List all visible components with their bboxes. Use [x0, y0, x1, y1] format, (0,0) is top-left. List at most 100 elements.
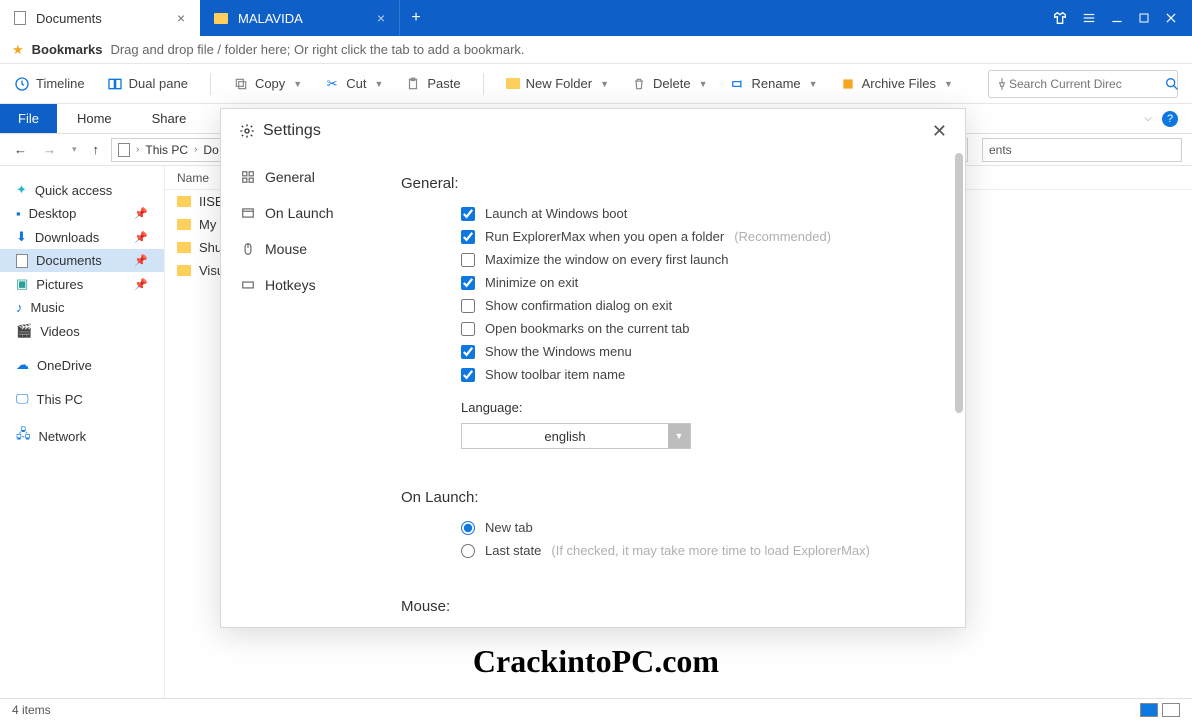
chevron-down-icon[interactable]: ▼: [374, 79, 383, 89]
crumb-do[interactable]: Do: [203, 143, 218, 157]
chevron-down-icon[interactable]: ▼: [668, 424, 690, 448]
chevron-down-icon[interactable]: ⌵: [1144, 113, 1152, 124]
opt-maximize[interactable]: Maximize the window on every first launc…: [461, 252, 933, 267]
language-select[interactable]: english ▼: [461, 423, 691, 449]
archive-button[interactable]: Archive Files ▼: [840, 76, 953, 92]
chevron-down-icon[interactable]: ▾: [68, 144, 81, 155]
folder-icon: [506, 78, 520, 89]
sidebar-documents[interactable]: Documents 📌: [0, 249, 164, 272]
quick-access-header[interactable]: ✦ Quick access: [0, 178, 164, 202]
forward-button[interactable]: →: [39, 142, 60, 157]
tshirt-icon[interactable]: [1052, 10, 1068, 26]
search-input[interactable]: [1009, 77, 1164, 91]
close-icon[interactable]: ✕: [932, 121, 947, 142]
cut-button[interactable]: ✂ Cut ▼: [324, 76, 383, 92]
sidebar-music[interactable]: ♪ Music: [0, 296, 164, 319]
trash-icon: [631, 76, 647, 92]
nav-on-launch[interactable]: On Launch: [221, 195, 389, 231]
sidebar-onedrive[interactable]: ☁ OneDrive: [0, 353, 164, 377]
crumb-thispc[interactable]: This PC: [145, 143, 188, 157]
new-folder-button[interactable]: New Folder ▼: [506, 76, 609, 91]
opt-minimize-exit[interactable]: Minimize on exit: [461, 275, 933, 290]
copy-icon: [233, 76, 249, 92]
opt-windows-menu[interactable]: Show the Windows menu: [461, 344, 933, 359]
search-icon[interactable]: [1164, 76, 1180, 92]
opt-run-on-folder[interactable]: Run ExplorerMax when you open a folder (…: [461, 229, 933, 244]
pin-icon[interactable]: [995, 77, 1009, 91]
scrollbar[interactable]: [955, 153, 963, 627]
new-tab-button[interactable]: +: [400, 0, 432, 36]
close-icon[interactable]: ×: [177, 10, 185, 26]
close-window-icon[interactable]: [1164, 11, 1178, 25]
tab-malavida[interactable]: MALAVIDA ×: [200, 0, 400, 36]
pin-icon: 📌: [134, 254, 148, 267]
dual-pane-button[interactable]: Dual pane: [107, 76, 188, 92]
pin-icon: 📌: [134, 278, 148, 291]
scissors-icon: ✂: [324, 76, 340, 92]
paste-button[interactable]: Paste: [405, 76, 460, 92]
chevron-down-icon[interactable]: ▼: [809, 79, 818, 89]
grid-icon: [241, 170, 255, 184]
delete-button[interactable]: Delete ▼: [631, 76, 708, 92]
scroll-thumb[interactable]: [955, 153, 963, 413]
back-button[interactable]: ←: [10, 142, 31, 157]
document-icon: [118, 143, 130, 157]
opt-last-state[interactable]: Last state (If checked, it may take more…: [461, 543, 933, 558]
chevron-right-icon: ›: [136, 144, 139, 155]
opt-confirm-exit[interactable]: Show confirmation dialog on exit: [461, 298, 933, 313]
nav-mouse[interactable]: Mouse: [221, 231, 389, 267]
pictures-icon: ▣: [16, 276, 28, 292]
sidebar-network[interactable]: 🖧 Network: [0, 421, 164, 451]
sidebar-videos[interactable]: 🎬 Videos: [0, 319, 164, 343]
monitor-icon: 🖵: [16, 391, 29, 407]
tab-label: MALAVIDA: [238, 11, 303, 26]
icons-view-icon[interactable]: [1162, 703, 1180, 717]
maximize-icon[interactable]: [1138, 12, 1150, 24]
minimize-icon[interactable]: [1110, 11, 1124, 25]
help-icon[interactable]: ?: [1162, 111, 1178, 127]
menu-icon[interactable]: [1082, 11, 1096, 25]
dialog-content: General: Launch at Windows boot Run Expl…: [389, 153, 965, 627]
timeline-button[interactable]: Timeline: [14, 76, 85, 92]
rename-icon: [730, 76, 746, 92]
file-menu[interactable]: File: [0, 104, 57, 133]
section-on-launch: On Launch:: [401, 489, 933, 506]
opt-launch-boot[interactable]: Launch at Windows boot: [461, 206, 933, 221]
copy-button[interactable]: Copy ▼: [233, 76, 302, 92]
opt-new-tab[interactable]: New tab: [461, 520, 933, 535]
chevron-down-icon[interactable]: ▼: [944, 79, 953, 89]
rename-button[interactable]: Rename ▼: [730, 76, 818, 92]
chevron-down-icon[interactable]: ▼: [699, 79, 708, 89]
share-menu[interactable]: Share: [132, 104, 207, 133]
separator: [210, 73, 211, 95]
up-button[interactable]: ↑: [89, 142, 104, 157]
video-icon: 🎬: [16, 323, 32, 339]
details-view-icon[interactable]: [1140, 703, 1158, 717]
close-icon[interactable]: ×: [377, 10, 385, 26]
sidebar-desktop[interactable]: ▪ Desktop 📌: [0, 202, 164, 225]
search-box[interactable]: [988, 70, 1178, 98]
tab-label: Documents: [36, 11, 102, 26]
tab-documents[interactable]: Documents ×: [0, 0, 200, 36]
settings-dialog: Settings ✕ General On Launch Mouse Hotke…: [220, 108, 966, 628]
folder-icon: [177, 219, 191, 230]
chevron-down-icon[interactable]: ▼: [600, 79, 609, 89]
nav-general[interactable]: General: [221, 159, 389, 195]
network-icon: 🖧: [16, 425, 31, 447]
document-icon: [16, 254, 28, 268]
opt-toolbar-name[interactable]: Show toolbar item name: [461, 367, 933, 382]
sidebar-thispc[interactable]: 🖵 This PC: [0, 387, 164, 411]
chevron-down-icon[interactable]: ▼: [293, 79, 302, 89]
sidebar-pictures[interactable]: ▣ Pictures 📌: [0, 272, 164, 296]
download-icon: ⬇: [16, 229, 27, 245]
window-icon: [241, 206, 255, 220]
home-menu[interactable]: Home: [57, 104, 132, 133]
address-ents[interactable]: ents: [982, 138, 1182, 162]
language-value: english: [462, 424, 668, 448]
dialog-title: Settings: [263, 122, 321, 140]
sidebar-downloads[interactable]: ⬇ Downloads 📌: [0, 225, 164, 249]
separator: [483, 73, 484, 95]
gear-icon: [239, 123, 255, 139]
opt-bookmarks-current[interactable]: Open bookmarks on the current tab: [461, 321, 933, 336]
nav-hotkeys[interactable]: Hotkeys: [221, 267, 389, 303]
